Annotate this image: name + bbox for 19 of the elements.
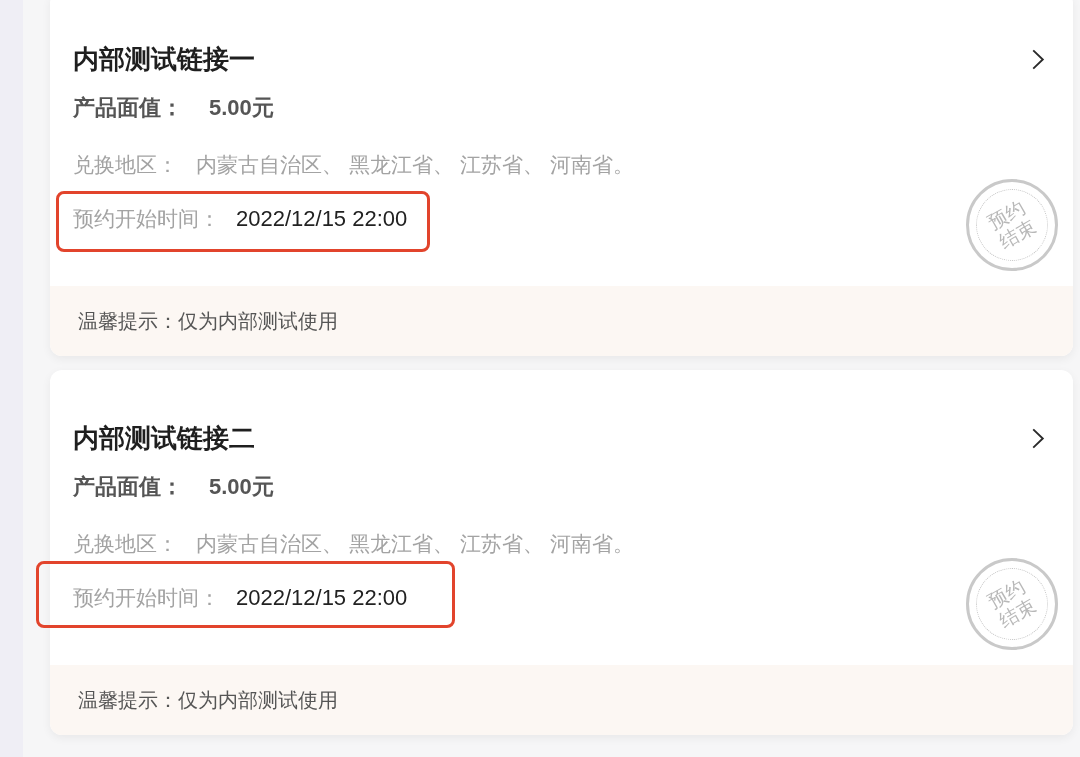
tip-text: 温馨提示：仅为内部测试使用 [78, 687, 338, 713]
face-value: 5.00元 [209, 473, 274, 501]
card-title: 内部测试链接二 [73, 422, 255, 454]
start-time-label: 预约开始时间： [73, 585, 220, 611]
face-value-label: 产品面值： [73, 473, 183, 501]
product-card[interactable]: 内部测试链接一 产品面值： 5.00元 兑换地区： 内蒙古自治区、 黑龙江省、 江苏省、 河南省。 预约开始时间： 2022/12/15 22:00 预约结束 温馨提示：仅为内部测试使用 [50, 0, 1073, 356]
chevron-right-icon [1031, 48, 1045, 70]
face-value: 5.00元 [209, 94, 274, 122]
region-list: 内蒙古自治区、 黑龙江省、 江苏省、 河南省。 [196, 149, 634, 181]
region-list: 内蒙古自治区、 黑龙江省、 江苏省、 河南省。 [196, 528, 634, 560]
start-time-value: 2022/12/15 22:00 [236, 205, 408, 233]
region-label: 兑换地区： [73, 531, 178, 557]
start-time-value: 2022/12/15 22:00 [236, 584, 408, 612]
start-time-label: 预约开始时间： [73, 206, 220, 232]
card-title: 内部测试链接一 [73, 43, 255, 75]
face-value-label: 产品面值： [73, 94, 183, 122]
region-label: 兑换地区： [73, 152, 178, 178]
tip-text: 温馨提示：仅为内部测试使用 [78, 308, 338, 334]
chevron-right-icon [1031, 427, 1045, 449]
